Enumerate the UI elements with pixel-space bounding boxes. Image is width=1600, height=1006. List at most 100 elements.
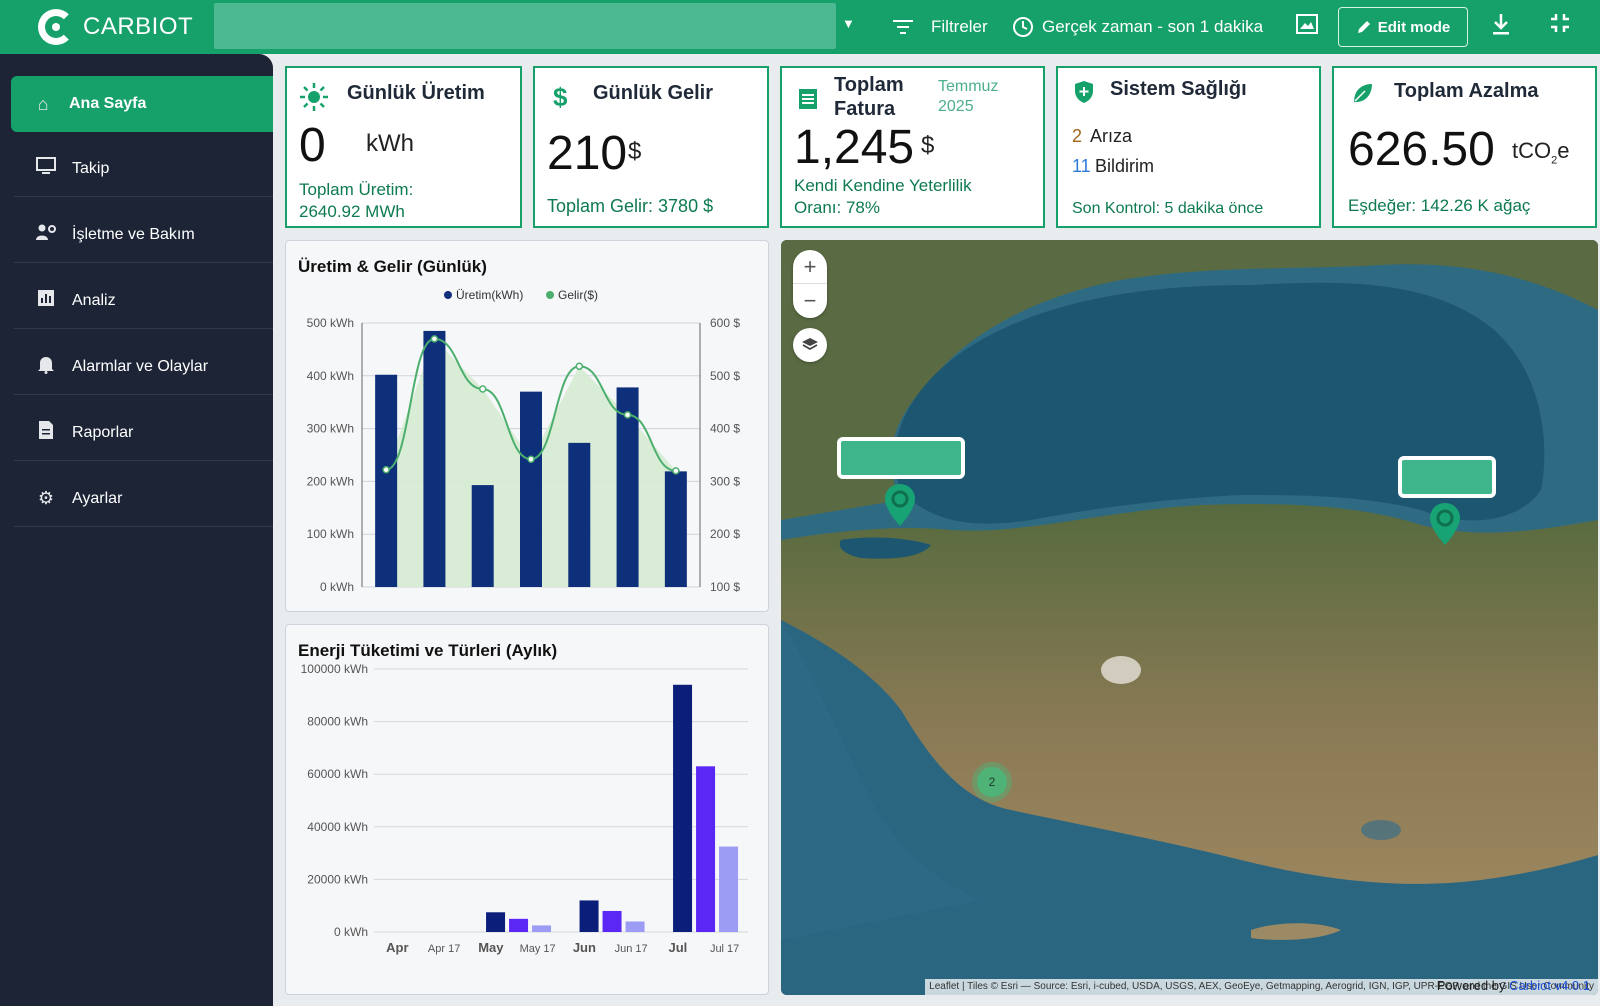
- y-left-tick-label: 500 kWh: [307, 316, 354, 330]
- energy-bar: [719, 846, 739, 932]
- energy-bar: [696, 766, 716, 932]
- powered-brand[interactable]: Carbiot v4.0.1: [1509, 978, 1590, 993]
- kpi-system-health[interactable]: Sistem Sağlığı 2 Arıza 11 Bildirim Son K…: [1056, 66, 1321, 228]
- legend-marker-production: [444, 291, 452, 299]
- time-range-button[interactable]: Gerçek zaman - son 1 dakika: [1012, 12, 1263, 42]
- site-label-trabzon[interactable]: [1398, 456, 1496, 498]
- sidebar-item-label: Ana Sayfa: [69, 95, 147, 112]
- monthly-energy-chart[interactable]: 100000 kWh 80000 kWh 60000 kWh 40000 kWh 200…: [286, 625, 768, 994]
- y-left-tick-label: 300 kWh: [307, 422, 354, 436]
- y-right-tick-label: 500 $: [710, 369, 740, 383]
- sidebar-item-label: Takip: [72, 159, 110, 177]
- revenue-point: [382, 466, 390, 474]
- layers-button[interactable]: [793, 328, 827, 362]
- y-right-tick-label: 200 $: [710, 527, 740, 541]
- report-icon: [32, 420, 60, 445]
- y-tick-label: 40000 kWh: [307, 820, 368, 834]
- energy-bar: [532, 925, 552, 932]
- filters-label: Filtreler: [931, 17, 988, 36]
- zoom-in-button[interactable]: +: [793, 250, 827, 284]
- production-bar: [471, 485, 494, 587]
- map-pin-icon[interactable]: [883, 483, 917, 527]
- production-bar: [568, 442, 591, 587]
- carbiot-logo-icon: [38, 9, 74, 45]
- sidebar-item-tracking[interactable]: Takip: [14, 141, 273, 197]
- y-tick-label: 0 kWh: [334, 925, 368, 939]
- bell-icon: [32, 354, 60, 379]
- y-tick-label: 20000 kWh: [307, 872, 368, 886]
- x-tick-label: Jul 17: [710, 943, 739, 955]
- legend-label-revenue: Gelir($): [558, 288, 598, 302]
- site-label-istanbul[interactable]: [837, 437, 965, 479]
- top-bar: CARBIOT ▼ Filtreler Gerçek zaman - son 1…: [0, 0, 1600, 54]
- notification-count: 11: [1072, 156, 1091, 176]
- y-right-tick-label: 600 $: [710, 316, 740, 330]
- kpi-total-reduction[interactable]: Toplam Azalma 626.50 tCO2e Eşdeğer: 142.…: [1332, 66, 1597, 228]
- map-cluster-marker[interactable]: 2: [977, 767, 1007, 797]
- kpi-value: 0: [299, 119, 326, 172]
- zoom-out-button[interactable]: −: [793, 284, 827, 318]
- kpi-unit: $: [628, 138, 642, 165]
- fault-label: Arıza: [1090, 126, 1133, 146]
- sidebar-item-label: Analiz: [72, 291, 116, 309]
- site-selector[interactable]: [214, 3, 836, 49]
- kpi-title: Toplam: [834, 74, 904, 96]
- sidebar-item-alarms[interactable]: Alarmlar ve Olaylar: [14, 339, 273, 395]
- production-bar: [520, 391, 542, 587]
- edit-mode-button[interactable]: Edit mode: [1338, 7, 1468, 47]
- sidebar-item-reports[interactable]: Raporlar: [14, 405, 273, 461]
- filters-button[interactable]: Filtreler: [893, 12, 988, 42]
- bar-chart-icon: [32, 289, 60, 312]
- satellite-map-tiles: [781, 240, 1598, 995]
- y-left-tick-label: 400 kWh: [307, 369, 354, 383]
- map-view[interactable]: + − 2 Leaflet | Tiles © Esri — Source: E…: [781, 240, 1598, 995]
- y-tick-label: 80000 kWh: [307, 715, 368, 729]
- unit-main: tCO: [1512, 138, 1552, 163]
- revenue-point: [478, 385, 487, 393]
- clock-icon: [1013, 17, 1033, 37]
- download-button[interactable]: [1490, 12, 1512, 42]
- kpi-sub-value: 2640.92 MWh: [299, 202, 405, 221]
- x-tick-label: Jun: [573, 940, 596, 955]
- x-tick-label: Jun 17: [615, 943, 648, 955]
- dollar-icon: $: [553, 82, 568, 112]
- x-tick-label: Apr 17: [428, 943, 460, 955]
- energy-bar: [673, 684, 693, 932]
- zoom-control: + −: [793, 250, 827, 318]
- x-tick-label: May 17: [520, 943, 556, 955]
- energy-bar: [509, 918, 529, 932]
- monitor-icon: [32, 157, 60, 180]
- sidebar-item-home[interactable]: ⌂ Ana Sayfa: [11, 76, 273, 132]
- chevron-down-icon[interactable]: ▼: [842, 16, 855, 31]
- powered-prefix: Powered by: [1436, 978, 1506, 993]
- revenue-point: [527, 455, 535, 463]
- production-bar: [423, 330, 446, 587]
- sidebar-item-settings[interactable]: ⚙ Ayarlar: [14, 471, 273, 527]
- kpi-unit: $: [921, 132, 935, 159]
- sidebar: ⌂ Ana Sayfa Takip İşletme ve Bakım Anali…: [0, 54, 273, 1006]
- invoice-icon: [798, 88, 818, 116]
- kpi-daily-revenue[interactable]: $ Günlük Gelir 210 $ Toplam Gelir: 3780 …: [533, 66, 769, 228]
- sidebar-item-operations[interactable]: İşletme ve Bakım: [14, 207, 273, 263]
- exit-fullscreen-button[interactable]: [1549, 12, 1571, 40]
- kpi-title: Toplam Azalma: [1394, 80, 1539, 102]
- map-pin-icon[interactable]: [1428, 502, 1462, 546]
- kpi-total-invoice[interactable]: Toplam Fatura Temmuz 2025 1,245 $ Kendi …: [780, 66, 1045, 228]
- legend-label-production: Üretim(kWh): [456, 288, 523, 302]
- daily-production-revenue-chart[interactable]: Üretim(kWh) Gelir($) 500 kWh 400 kWh 300 kWh…: [286, 241, 768, 611]
- sidebar-item-label: Ayarlar: [72, 489, 123, 507]
- kpi-daily-production[interactable]: Günlük Üretim 0 kWh Toplam Üretim: 2640.…: [285, 66, 522, 228]
- y-right-tick-label: 100 $: [710, 580, 740, 594]
- fullscreen-chart-button[interactable]: [1295, 12, 1319, 42]
- brand-logo[interactable]: CARBIOT: [38, 8, 193, 46]
- kpi-unit: kWh: [366, 130, 414, 157]
- y-right-tick-label: 400 $: [710, 422, 740, 436]
- fault-count: 2: [1072, 126, 1083, 146]
- home-icon: ⌂: [37, 93, 49, 114]
- kpi-sub-value: Oranı: 78%: [794, 198, 880, 217]
- energy-bar: [579, 900, 599, 932]
- sidebar-item-analysis[interactable]: Analiz: [14, 273, 273, 329]
- layers-icon: [802, 338, 818, 351]
- daily-chart-panel: Üretim & Gelir (Günlük) Üretim(kWh) Gelir…: [285, 240, 769, 612]
- kpi-value: 210: [547, 127, 628, 180]
